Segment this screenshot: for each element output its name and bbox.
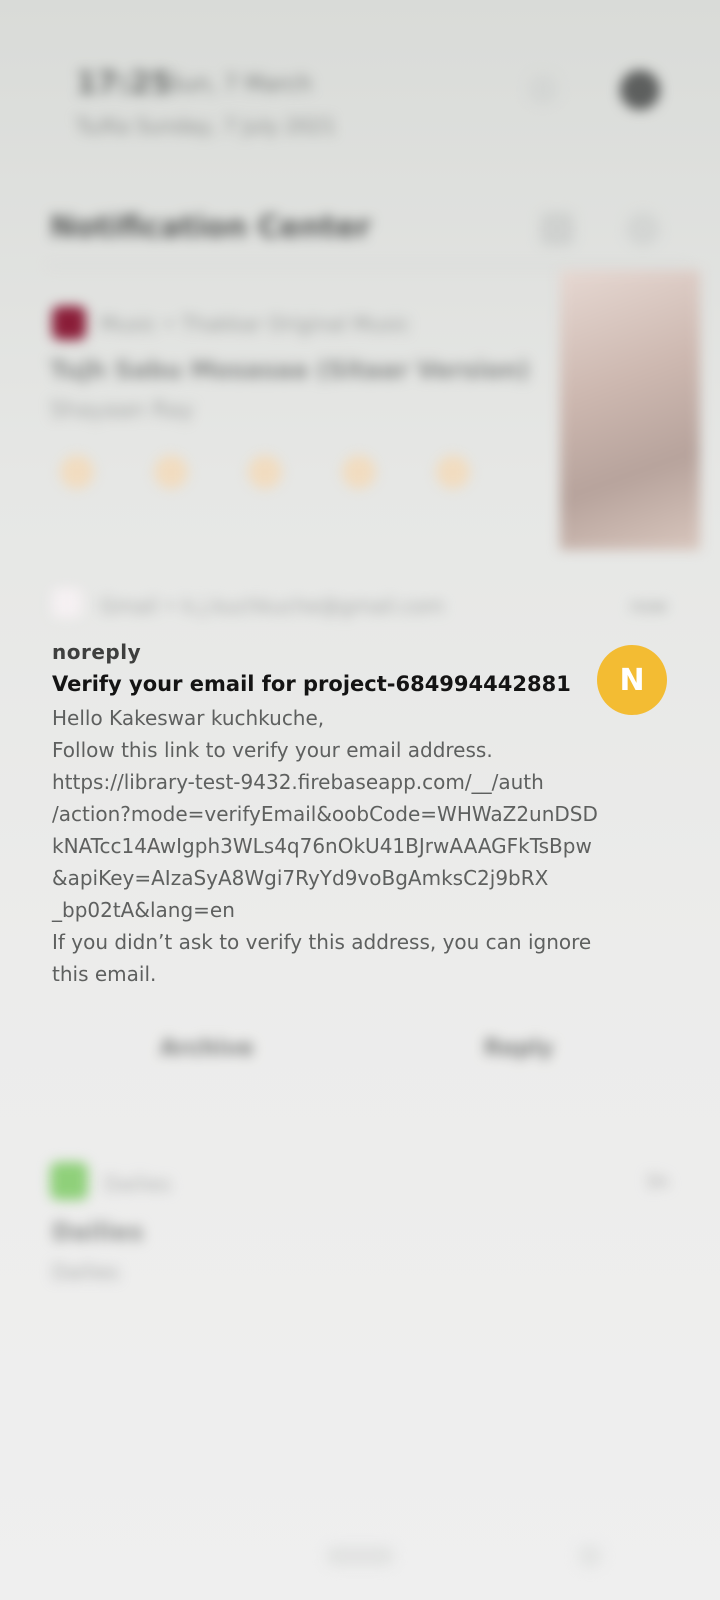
music-app-line: Music • Thakkar Original Music <box>100 312 410 336</box>
pause-icon[interactable] <box>248 455 282 489</box>
manage-notifications-icon[interactable] <box>540 212 574 246</box>
reply-button[interactable]: Reply <box>484 1036 554 1061</box>
email-notification[interactable]: noreply Verify your email for project-68… <box>52 640 662 990</box>
email-body-line: this email. <box>52 962 157 986</box>
album-art <box>560 270 700 550</box>
email-time: now <box>630 596 668 617</box>
email-body-link[interactable]: &apiKey=AIzaSyA8Wgi7RyYd9voBgAmksC2j9bRX <box>52 862 662 894</box>
email-sender: noreply <box>52 640 142 664</box>
music-app-icon <box>52 306 86 340</box>
avatar-letter: N <box>619 662 645 698</box>
music-title: Tujh Sabu Mosasaa (Sitaar Version) <box>50 356 530 384</box>
dislike-icon[interactable] <box>436 455 470 489</box>
clear-all-icon[interactable] <box>626 212 660 246</box>
email-body-link[interactable]: _bp02tA&lang=en <box>52 894 662 926</box>
music-artist: Shayaan Ray <box>50 398 194 423</box>
gmail-icon <box>52 588 82 618</box>
other-app-name: Dailies <box>104 1172 172 1196</box>
email-body-link[interactable]: /action?mode=verifyEmail&oobCode=WHWaZ2u… <box>52 798 662 830</box>
previous-icon[interactable] <box>154 455 188 489</box>
clock-time: 17:25 <box>76 66 172 101</box>
other-subtitle: Dailies <box>52 1260 120 1284</box>
archive-button[interactable]: Archive <box>160 1036 253 1061</box>
clock-date: Sun, 7 March <box>168 72 312 97</box>
like-icon[interactable] <box>60 455 94 489</box>
email-body-link[interactable]: https://library-test-9432.firebaseapp.co… <box>52 766 662 798</box>
back-icon[interactable] <box>578 1544 602 1568</box>
home-pill[interactable] <box>326 1546 394 1566</box>
email-body-line: Follow this link to verify your email ad… <box>52 738 493 762</box>
quick-toggle-icon[interactable] <box>528 74 558 104</box>
other-title: Dailies <box>52 1218 144 1246</box>
email-subject: Verify your email for project-6849944428… <box>52 672 571 696</box>
email-app-header: Gmail • k.j.kuchkuche@gmail.com <box>100 594 445 618</box>
settings-icon[interactable] <box>620 70 660 110</box>
game-app-icon <box>50 1162 88 1200</box>
next-icon[interactable] <box>342 455 376 489</box>
date-subtext: Tu/Ka Sunday, 7 July 2021 <box>76 114 336 138</box>
sender-avatar: N <box>597 645 667 715</box>
other-time: 5h <box>646 1172 669 1193</box>
email-body-line: If you didn’t ask to verify this address… <box>52 930 592 954</box>
email-body-link[interactable]: kNATcc14AwIgph3WLs4q76nOkU41BJrwAAAGFkTs… <box>52 830 662 862</box>
music-controls <box>60 455 470 489</box>
notification-center-title: Notification Center <box>50 210 371 245</box>
email-body-line: Hello Kakeswar kuchkuche, <box>52 706 325 730</box>
divider <box>48 265 688 267</box>
